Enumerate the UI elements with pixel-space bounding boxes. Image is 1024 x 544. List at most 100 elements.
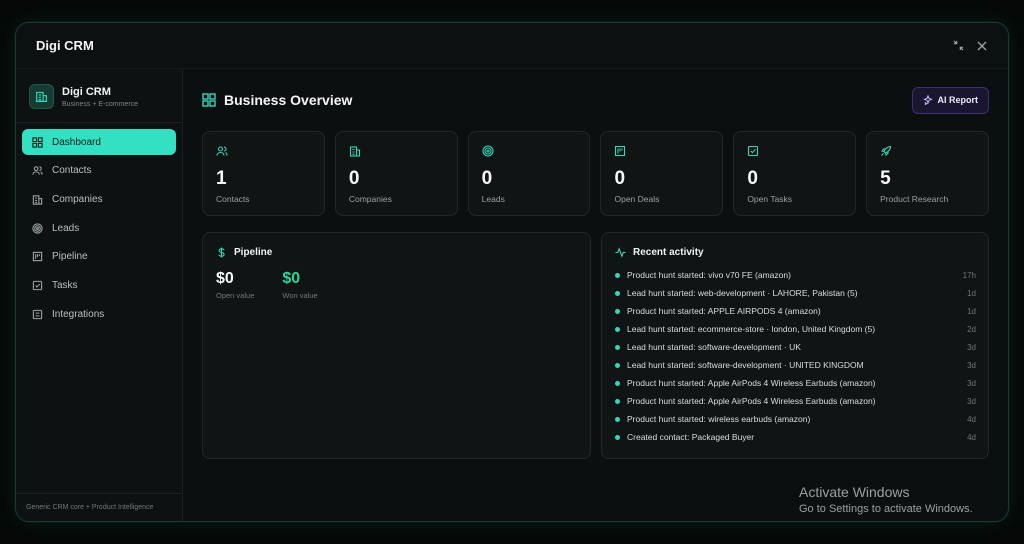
status-dot [615, 398, 620, 404]
stat-label: Contacts [216, 194, 250, 204]
won-value-label: Won value [282, 291, 318, 300]
status-dot [615, 290, 620, 296]
activation-watermark: Activate Windows Go to Settings to activ… [799, 484, 973, 515]
users-icon [32, 166, 43, 175]
recent-activity-panel: Recent activity Product hunt started: vi… [601, 232, 989, 459]
grid-icon [202, 93, 216, 107]
close-icon[interactable] [976, 40, 988, 52]
sidebar-item-companies[interactable]: Companies [22, 186, 176, 212]
activity-text: Created contact: Packaged Buyer [627, 432, 755, 442]
grid-icon [32, 136, 43, 148]
stat-card-companies[interactable]: 0 Companies [334, 131, 458, 216]
brand-name: Digi CRM [62, 85, 111, 98]
stat-value: 0 [348, 168, 360, 189]
target-icon [482, 145, 494, 157]
activity-text: Product hunt started: APPLE AIRPODS 4 (a… [627, 306, 821, 316]
list-item[interactable]: Product hunt started: Apple AirPods 4 Wi… [615, 374, 976, 392]
kanban-icon [615, 145, 626, 157]
list-item[interactable]: Product hunt started: wireless earbuds (… [615, 410, 976, 428]
target-icon [32, 222, 43, 234]
list-item[interactable]: Product hunt started: vivo v70 FE (amazo… [615, 266, 976, 284]
sidebar-item-integrations[interactable]: Integrations [22, 301, 176, 327]
stat-card-leads[interactable]: 0 Leads [467, 131, 591, 216]
sparkles-icon [922, 95, 933, 105]
sidebar-item-label: Dashboard [52, 136, 101, 148]
activity-text: Lead hunt started: software-development … [627, 360, 864, 370]
check-square-icon [748, 145, 759, 157]
activity-time: 4d [967, 414, 976, 424]
kanban-icon [32, 252, 43, 262]
sidebar-item-leads[interactable]: Leads [22, 215, 176, 241]
sidebar-item-contacts[interactable]: Contacts [22, 158, 176, 184]
status-dot [615, 434, 620, 440]
panel-title: Recent activity [615, 247, 976, 258]
activity-time: 3d [967, 342, 976, 352]
activity-text: Product hunt started: wireless earbuds (… [627, 414, 811, 424]
check-square-icon [32, 280, 43, 291]
status-dot [615, 308, 620, 314]
pipeline-panel: Pipeline $0 Open value $0 Won value [202, 232, 591, 459]
status-dot [615, 344, 620, 350]
activity-time: 3d [967, 360, 976, 370]
activity-time: 4d [967, 432, 976, 442]
main-content: Business Overview AI Report 1 Contacts 0… [184, 69, 1008, 521]
activity-text: Lead hunt started: web-development · LAH… [627, 288, 858, 298]
activity-time: 3d [967, 396, 976, 406]
list-item[interactable]: Lead hunt started: software-development … [615, 356, 976, 374]
stat-label: Leads [481, 194, 505, 204]
dollar-icon [218, 247, 225, 258]
minimize-icon[interactable] [952, 40, 964, 52]
stat-value: 0 [747, 168, 758, 189]
list-item[interactable]: Product hunt started: APPLE AIRPODS 4 (a… [615, 302, 976, 320]
window-title: Digi CRM [36, 38, 94, 53]
stats-row: 1 Contacts 0 Companies 0 Leads 0 Open De… [202, 131, 989, 216]
activity-title: Recent activity [633, 247, 704, 258]
activity-icon [615, 247, 626, 258]
activity-list: Product hunt started: vivo v70 FE (amazo… [615, 266, 976, 446]
sidebar-item-label: Tasks [52, 279, 78, 291]
plug-icon [32, 309, 43, 319]
stat-value: 5 [880, 168, 891, 189]
stat-card-open-deals[interactable]: 0 Open Deals [600, 131, 724, 216]
watermark-title: Activate Windows [799, 484, 910, 500]
stat-card-contacts[interactable]: 1 Contacts [202, 131, 325, 216]
sidebar-item-pipeline[interactable]: Pipeline [22, 244, 176, 270]
activity-time: 17h [962, 270, 976, 280]
stat-label: Product Research [880, 194, 949, 204]
activity-time: 1d [967, 306, 976, 316]
sidebar: Digi CRM Business + E-commerce Dashboard… [16, 69, 183, 521]
sidebar-item-label: Integrations [52, 308, 105, 320]
sidebar-item-tasks[interactable]: Tasks [22, 272, 176, 298]
won-value-block: $0 Won value [282, 270, 317, 300]
ai-report-button[interactable]: AI Report [911, 86, 989, 114]
users-icon [216, 146, 228, 156]
title-bar: Digi CRM [16, 23, 1008, 69]
list-item[interactable]: Lead hunt started: ecommerce-store · lon… [615, 320, 976, 338]
watermark-subtitle: Go to Settings to activate Windows. [799, 503, 973, 515]
stat-value: 1 [216, 168, 227, 189]
activity-time: 2d [967, 324, 976, 334]
brand: Digi CRM Business + E-commerce [16, 69, 182, 123]
sidebar-item-label: Pipeline [52, 251, 88, 263]
page-header: Business Overview AI Report [202, 69, 989, 131]
sidebar-item-dashboard[interactable]: Dashboard [22, 129, 176, 155]
app-window: Digi CRM Digi CRM Business + E-commerce … [15, 22, 1009, 522]
activity-text: Product hunt started: Apple AirPods 4 Wi… [627, 396, 876, 406]
stat-card-product-research[interactable]: 5 Product Research [866, 131, 989, 216]
activity-text: Product hunt started: Apple AirPods 4 Wi… [627, 378, 876, 388]
list-item[interactable]: Lead hunt started: software-development … [615, 338, 976, 356]
stat-label: Open Tasks [747, 194, 793, 204]
stat-label: Open Deals [614, 194, 660, 204]
building-icon [349, 146, 360, 157]
panel-title: Pipeline [216, 247, 577, 258]
list-item[interactable]: Lead hunt started: web-development · LAH… [615, 284, 976, 302]
list-item[interactable]: Product hunt started: Apple AirPods 4 Wi… [615, 392, 976, 410]
sidebar-item-label: Companies [52, 193, 103, 205]
list-item[interactable]: Created contact: Packaged Buyer 4d [615, 428, 976, 446]
status-dot [615, 380, 620, 386]
status-dot [615, 272, 620, 278]
stat-card-open-tasks[interactable]: 0 Open Tasks [733, 131, 857, 216]
stat-label: Companies [348, 194, 392, 204]
stat-value: 0 [481, 168, 493, 189]
pipeline-title: Pipeline [234, 247, 273, 258]
